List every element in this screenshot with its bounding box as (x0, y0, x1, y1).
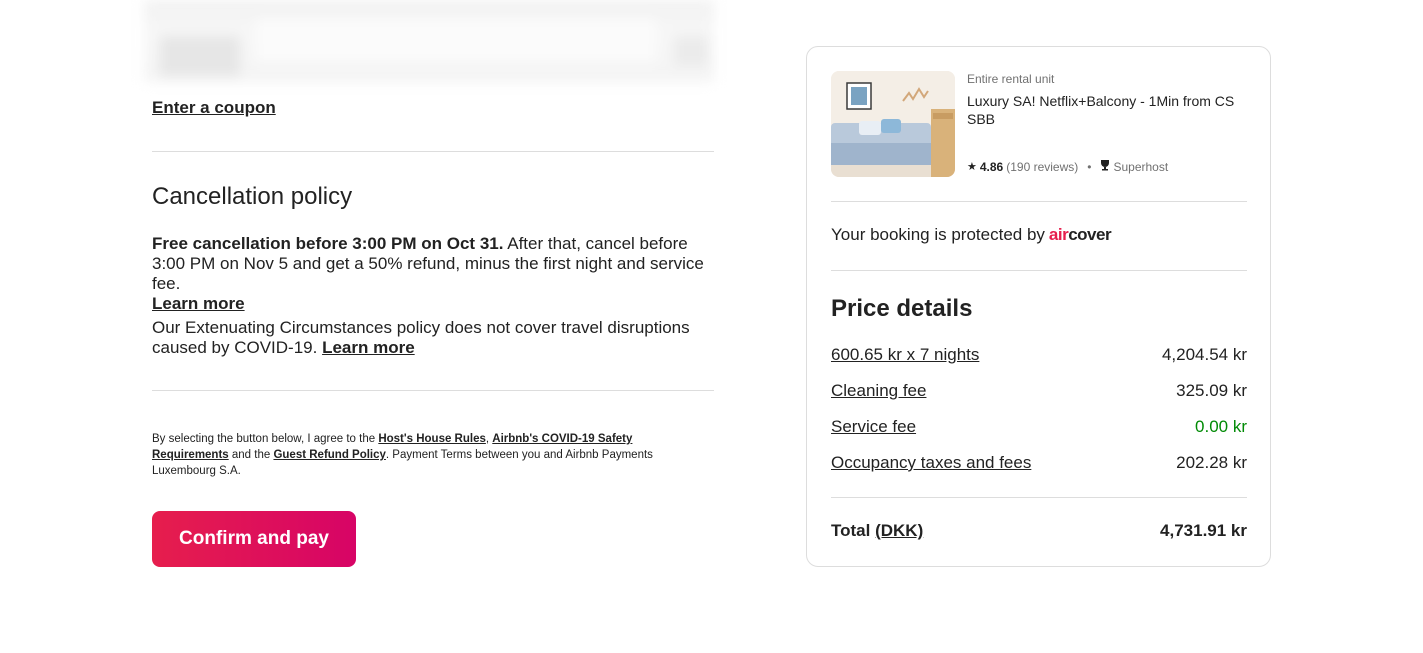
cancellation-learn-more-link[interactable]: Learn more (152, 294, 245, 313)
house-rules-link[interactable]: Host's House Rules (378, 433, 486, 445)
superhost-trophy-icon (1100, 159, 1110, 174)
divider (831, 270, 1247, 271)
price-details-title: Price details (831, 295, 973, 322)
price-amount-taxes: 202.28 kr (1176, 453, 1247, 472)
price-row-taxes: Occupancy taxes and fees 202.28 kr (831, 453, 1247, 473)
covid-learn-more-link[interactable]: Learn more (322, 338, 415, 357)
price-amount-nights: 4,204.54 kr (1161, 345, 1247, 364)
legal-and-the: and the (228, 449, 274, 461)
covid-text: Our Extenuating Circumstances policy doe… (152, 318, 690, 357)
cancellation-policy-text: Free cancellation before 3:00 PM on Oct … (152, 234, 712, 314)
price-row-service: Service fee 0.00 kr (831, 417, 1247, 437)
protection-text: Your booking is protected by (831, 225, 1045, 244)
price-row-nights: 600.65 kr x 7 nights 4,204.54 kr (831, 345, 1247, 365)
total-amount: 4,731.91 kr (1160, 521, 1247, 540)
total-text: Total (831, 521, 871, 540)
price-amount-service: 0.00 kr (1195, 417, 1247, 436)
divider (831, 497, 1247, 498)
listing-rating: ★ 4.86 (190 reviews) • Superhost (967, 159, 1168, 174)
price-label-service[interactable]: Service fee (831, 417, 916, 437)
separator-dot: • (1087, 159, 1092, 174)
listing-summary-card: Entire rental unit Luxury SA! Netflix+Ba… (806, 46, 1271, 567)
cancellation-policy-title: Cancellation policy (152, 183, 353, 210)
confirm-and-pay-button[interactable]: Confirm and pay (152, 511, 356, 567)
listing-unit-type: Entire rental unit (967, 72, 1055, 86)
legal-prefix: By selecting the button below, I agree t… (152, 433, 379, 445)
divider (152, 151, 714, 152)
free-cancellation-text: Free cancellation before 3:00 PM on Oct … (152, 234, 504, 253)
total-label: Total (DKK) (831, 521, 923, 541)
price-amount-cleaning: 325.09 kr (1176, 381, 1247, 400)
aircover-logo: aircover (1048, 225, 1112, 244)
guest-refund-policy-link[interactable]: Guest Refund Policy (273, 449, 385, 461)
aircover-protection: Your booking is protected by aircover (831, 225, 1112, 245)
legal-agreement-text: By selecting the button below, I agree t… (152, 431, 692, 479)
divider (152, 390, 714, 391)
star-icon: ★ (967, 161, 977, 173)
price-label-taxes[interactable]: Occupancy taxes and fees (831, 453, 1031, 473)
rating-score: 4.86 (979, 159, 1004, 174)
listing-thumbnail (831, 71, 955, 177)
divider (831, 201, 1247, 202)
listing-title: Luxury SA! Netflix+Balcony - 1Min from C… (967, 93, 1235, 127)
price-label-nights[interactable]: 600.65 kr x 7 nights (831, 345, 979, 365)
price-row-cleaning: Cleaning fee 325.09 kr (831, 381, 1247, 401)
price-label-cleaning[interactable]: Cleaning fee (831, 381, 926, 401)
total-row: Total (DKK) 4,731.91 kr (831, 521, 1247, 541)
review-count: (190 reviews) (1006, 159, 1079, 174)
currency-selector-link[interactable]: (DKK) (875, 521, 923, 540)
covid-policy-text: Our Extenuating Circumstances policy doe… (152, 318, 712, 358)
enter-coupon-link[interactable]: Enter a coupon (152, 98, 276, 118)
superhost-label: Superhost (1113, 159, 1169, 174)
blurred-region (144, 0, 714, 82)
